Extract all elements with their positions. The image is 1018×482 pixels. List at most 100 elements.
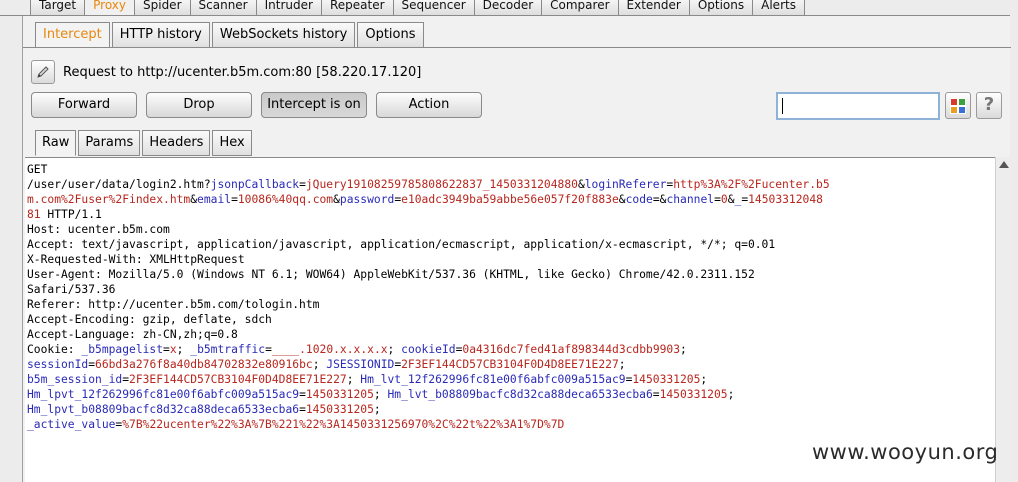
param-value: e10adc3949ba59abbe56e057f20f883e: [401, 193, 619, 206]
text-segment: ;: [700, 373, 708, 386]
tab-proxy[interactable]: Proxy: [85, 0, 135, 16]
request-line-protocol: 81 HTTP/1.1: [27, 207, 995, 222]
param-value: http%3A%2F%2Fucenter.b5: [673, 178, 830, 191]
text-segment: =: [163, 343, 170, 356]
param-value: jQuery19108259785808622837_1450331204880: [305, 178, 578, 191]
text-segment: HTTP/1.1: [40, 208, 102, 221]
cookie-value: 2F3EF144CD57CB3104F0D4D8EE71E227: [129, 373, 347, 386]
cookie-value: 1450331205: [632, 373, 701, 386]
tab-comparer[interactable]: Comparer: [542, 0, 619, 16]
param-key: password: [339, 193, 395, 206]
cookie-key: JSESSIONID: [326, 358, 395, 371]
text-segment: ;: [618, 358, 626, 371]
forward-button[interactable]: Forward: [31, 92, 137, 118]
tab-scanner[interactable]: Scanner: [190, 0, 257, 16]
cookie-value: x: [169, 343, 177, 356]
cookie-key: _b5mtraffic: [190, 343, 266, 356]
text-segment: ;: [680, 343, 687, 356]
intercept-toggle-button[interactable]: Intercept is on: [261, 92, 367, 118]
cookie-value: %7B%22ucenter%22%3A%7B%221%22%3A14503312…: [122, 418, 565, 431]
cookie-key: Hm_lpvt_12f262996fc81e00f6abfc009a515ac9: [27, 388, 300, 401]
tab-intercept[interactable]: Intercept: [35, 22, 110, 48]
param-key: channel: [666, 193, 715, 206]
proxy-panel: Intercept HTTP history WebSockets histor…: [22, 16, 1011, 482]
tab-spider[interactable]: Spider: [135, 0, 191, 16]
editor-scrollbar[interactable]: [995, 157, 1011, 482]
cookie-key: Hm_lvt_12f262996fc81e00f6abfc009a515ac9: [360, 373, 626, 386]
param-key: code: [625, 193, 653, 206]
request-line-method: GET: [27, 163, 48, 176]
help-button[interactable]: ?: [976, 92, 1002, 119]
tab-params[interactable]: Params: [78, 130, 141, 156]
tab-alerts[interactable]: Alerts: [753, 0, 805, 16]
highlight-color-button[interactable]: [945, 92, 971, 119]
header-cookie: Cookie: _b5mpagelist=x; _b5mtraffic=____…: [27, 342, 995, 357]
cookie-line-2: sessionId=66bd3a276f8a40db84702832e80916…: [27, 357, 995, 372]
scroll-up-icon[interactable]: [999, 161, 1009, 168]
cookie-line-6: _active_value=%7B%22ucenter%22%3A%7B%221…: [27, 417, 995, 432]
tab-proxy-options[interactable]: Options: [357, 22, 424, 48]
text-segment: &: [727, 193, 735, 206]
cookie-value: 0a4316dc7fed41af898344d3cdbb9903: [462, 343, 681, 356]
param-key: jsonpCallback: [210, 178, 300, 191]
header-host: Host: ucenter.b5m.com: [27, 223, 170, 236]
text-segment: ;: [373, 403, 381, 416]
cookie-key: _b5mpagelist: [81, 343, 164, 356]
tab-websockets-history[interactable]: WebSockets history: [211, 22, 356, 48]
cookie-key: Hm_lvt_b08809bacfc8d32ca88deca6533ecba6: [387, 388, 653, 401]
text-segment: =: [122, 373, 130, 386]
param-value: 0: [720, 193, 728, 206]
watermark-text: www.wooyun.org: [812, 440, 999, 464]
param-key: loginReferer: [584, 178, 667, 191]
tab-intruder[interactable]: Intruder: [256, 0, 322, 16]
param-key: email: [197, 193, 232, 206]
drop-button[interactable]: Drop: [146, 92, 252, 118]
text-segment: =: [652, 193, 660, 206]
tab-target[interactable]: Target: [30, 0, 86, 16]
text-segment: =: [88, 358, 96, 371]
text-segment: &: [618, 193, 626, 206]
text-segment: ;: [727, 388, 735, 401]
cookie-value: 1450331205: [659, 388, 728, 401]
cookie-line-3: b5m_session_id=2F3EF144CD57CB3104F0D4D8E…: [27, 372, 995, 387]
tab-repeater[interactable]: Repeater: [321, 0, 394, 16]
cookie-value: 2F3EF144CD57CB3104F0D4D8EE71E227: [401, 358, 619, 371]
cookie-key: b5m_session_id: [27, 373, 123, 386]
tab-decoder[interactable]: Decoder: [474, 0, 543, 16]
text-segment: ;: [176, 343, 191, 356]
tab-extender[interactable]: Extender: [618, 0, 690, 16]
request-info-row: Request to http://ucenter.b5m.com:80 [58…: [31, 60, 421, 84]
text-segment: /user/user/data/login2.htm?: [27, 178, 211, 191]
proxy-sub-tabs: Intercept HTTP history WebSockets histor…: [35, 22, 424, 48]
header-accept: Accept: text/javascript, application/jav…: [27, 238, 776, 251]
tab-http-history[interactable]: HTTP history: [111, 22, 210, 48]
request-line-params: m.com%2Fuser%2Findex.htm&email=10086%40q…: [27, 192, 995, 207]
color-grid-icon: [950, 98, 966, 114]
tab-sequencer[interactable]: Sequencer: [393, 0, 475, 16]
text-segment: ;: [312, 358, 327, 371]
tab-raw[interactable]: Raw: [35, 130, 77, 156]
cookie-value: 1450331205: [305, 403, 374, 416]
text-segment: =: [652, 388, 660, 401]
request-line-path: /user/user/data/login2.htm?jsonpCallback…: [27, 177, 995, 192]
text-segment: =: [299, 178, 306, 191]
text-segment: &: [333, 193, 340, 206]
cookie-value: 66bd3a276f8a40db84702832e80916bc: [95, 358, 313, 371]
header-accept-encoding: Accept-Encoding: gzip, deflate, sdch: [27, 313, 272, 326]
tab-headers[interactable]: Headers: [142, 130, 211, 156]
edit-button[interactable]: [31, 60, 55, 84]
tab-options[interactable]: Options: [689, 0, 754, 16]
text-segment: =: [299, 388, 306, 401]
tab-hex[interactable]: Hex: [212, 130, 252, 156]
raw-request-editor[interactable]: GET /user/user/data/login2.htm?jsonpCall…: [25, 157, 995, 482]
param-value: m.com%2Fuser%2Findex.htm: [27, 193, 191, 206]
text-segment: =: [231, 193, 238, 206]
search-input[interactable]: [776, 92, 940, 120]
action-button[interactable]: Action: [376, 92, 482, 118]
param-value: 14503312048: [748, 193, 823, 206]
param-value: 81: [27, 208, 41, 221]
text-segment: =: [299, 403, 306, 416]
cookie-key: sessionId: [27, 358, 89, 371]
pencil-icon: [37, 66, 49, 78]
text-segment: ;: [387, 343, 402, 356]
